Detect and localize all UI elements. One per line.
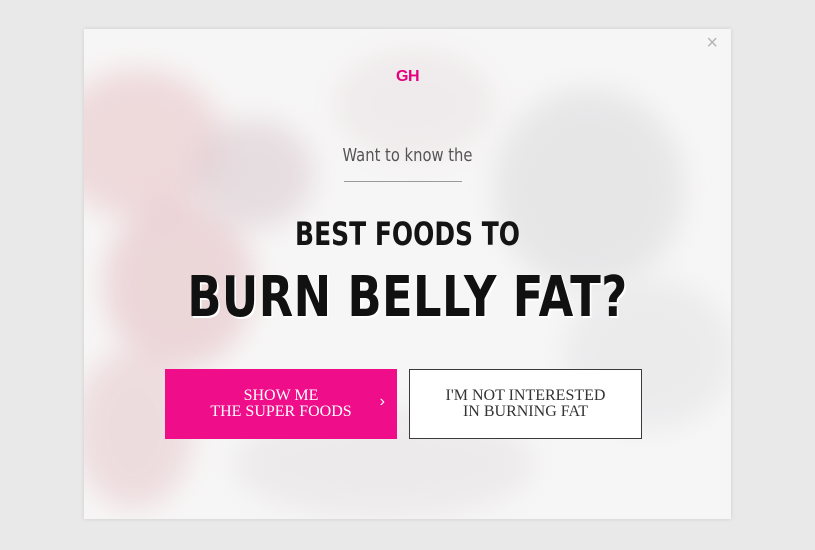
not-interested-label: I'M NOT INTERESTED IN BURNING FAT [446,388,606,420]
chevron-right-icon: › [379,393,385,410]
popup-modal: × GH Want to know the BEST FOODS TO BURN… [84,29,731,519]
logo: GH [396,68,420,85]
divider [344,181,462,182]
accept-label-line-2: THE SUPER FOODS [210,403,352,420]
show-super-foods-label: SHOW ME THE SUPER FOODS [191,388,371,420]
decline-label-line-2: IN BURNING FAT [462,403,589,420]
background-food-image [334,49,494,159]
intro-text: Want to know the [342,145,473,166]
close-icon[interactable]: × [706,33,718,53]
background-food-image [194,119,314,229]
headline-line-2: BURN BELLY FAT? [187,265,628,330]
accept-label-line-1: SHOW ME [243,387,319,404]
headline-line-1: BEST FOODS TO [295,215,520,253]
background-food-image [494,89,684,289]
decline-label-line-1: I'M NOT INTERESTED [445,387,606,404]
not-interested-button[interactable]: I'M NOT INTERESTED IN BURNING FAT [409,369,642,439]
show-super-foods-button[interactable]: SHOW ME THE SUPER FOODS › [165,369,397,439]
